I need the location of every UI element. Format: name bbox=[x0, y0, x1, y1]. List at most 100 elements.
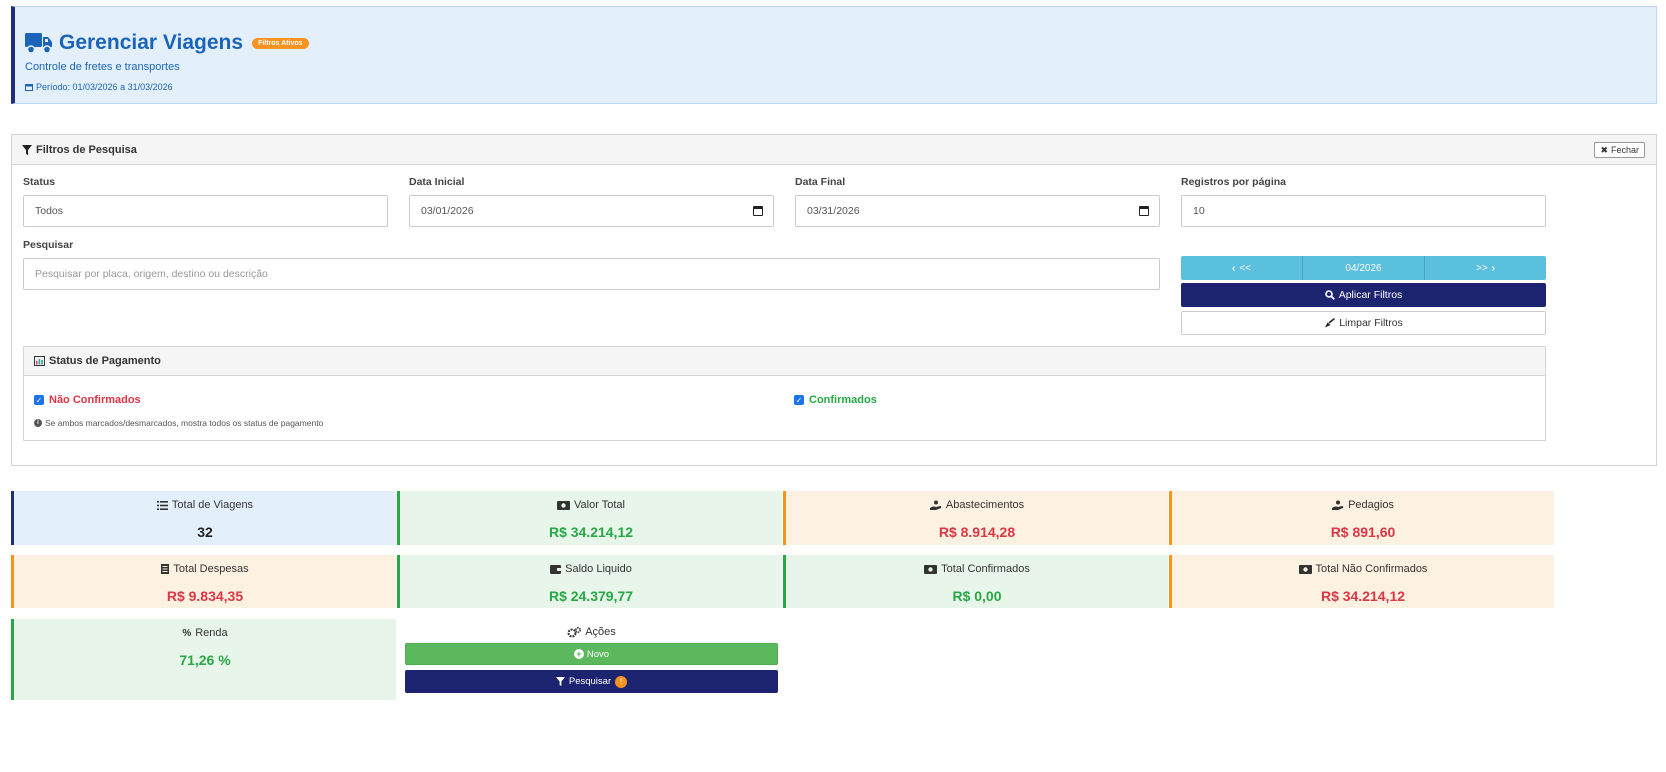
new-trip-label: Novo bbox=[586, 648, 610, 660]
plus-circle-icon: + bbox=[573, 649, 584, 659]
close-icon: ✖ bbox=[1600, 144, 1608, 155]
stat-label-row: % Renda bbox=[14, 627, 396, 639]
filters-panel: Filtros de Pesquisa ✖ Fechar Status Todo… bbox=[11, 134, 1657, 466]
stat-card-confirmed: Total Confirmados R$ 0,00 bbox=[783, 555, 1168, 608]
calendar-picker-icon[interactable] bbox=[1139, 206, 1149, 216]
per-page-value: 10 bbox=[1193, 205, 1205, 217]
not-confirmed-checkbox[interactable]: ✓ Não Confirmados bbox=[34, 394, 141, 406]
active-filters-badge: Filtros Ativos bbox=[252, 37, 309, 49]
actions-label: Ações bbox=[585, 626, 616, 638]
filters-panel-title: Filtros de Pesquisa bbox=[36, 143, 137, 156]
money-icon bbox=[924, 564, 938, 574]
chevron-right-icon: › bbox=[1491, 262, 1496, 274]
status-value: Todos bbox=[35, 205, 64, 217]
confirmed-checkbox[interactable]: ✓ Confirmados bbox=[794, 394, 877, 406]
filter-icon bbox=[22, 144, 32, 155]
total-trips-label: Total de Viagens bbox=[171, 499, 254, 511]
page-header: Gerenciar Viagens Filtros Ativos Control… bbox=[11, 6, 1657, 104]
stat-card-expenses: Total Despesas R$ 9.834,35 bbox=[11, 555, 396, 608]
not-confirmed-label: Não Confirmados bbox=[49, 394, 141, 406]
confirmed-total-value: R$ 0,00 bbox=[952, 588, 1002, 604]
current-month-button[interactable]: 04/2026 bbox=[1303, 256, 1425, 280]
stat-label-row: Abastecimentos bbox=[786, 499, 1168, 511]
stat-label-row: Pedagios bbox=[1172, 499, 1554, 511]
confirmed-total-label: Total Confirmados bbox=[941, 563, 1030, 575]
title-row: Gerenciar Viagens Filtros Ativos bbox=[25, 31, 309, 55]
date-start-value: 03/01/2026 bbox=[421, 205, 474, 217]
clear-filters-button[interactable]: Limpar Filtros bbox=[1181, 311, 1546, 335]
total-value-label: Valor Total bbox=[574, 499, 625, 511]
total-value-value: R$ 34.214,12 bbox=[548, 524, 634, 540]
stat-label-row: Total Confirmados bbox=[786, 563, 1168, 575]
calendar-picker-icon[interactable] bbox=[753, 206, 763, 216]
date-end-input[interactable]: 03/31/2026 bbox=[795, 195, 1160, 227]
info-icon: i bbox=[34, 419, 42, 427]
month-navigator: ‹ << 04/2026 >> › bbox=[1181, 256, 1546, 280]
prev-month-label: << bbox=[1239, 262, 1252, 274]
stat-card-fuel: Abastecimentos R$ 8.914,28 bbox=[783, 491, 1168, 545]
payment-status-header: Status de Pagamento bbox=[24, 347, 1545, 376]
expenses-value: R$ 9.834,35 bbox=[166, 588, 244, 604]
apply-filters-label: Aplicar Filtros bbox=[1338, 289, 1403, 301]
new-trip-button[interactable]: + Novo bbox=[405, 643, 778, 665]
search-label: Pesquisar bbox=[23, 239, 74, 251]
stat-card-total-value: Valor Total R$ 34.214,12 bbox=[397, 491, 782, 545]
tolls-label: Pedagios bbox=[1348, 499, 1394, 511]
actions-header: Ações bbox=[405, 626, 778, 638]
status-select[interactable]: Todos bbox=[23, 195, 388, 227]
next-month-button[interactable]: >> › bbox=[1425, 256, 1546, 280]
list-icon bbox=[156, 500, 168, 510]
current-month-label: 04/2026 bbox=[1345, 262, 1382, 274]
apply-filters-button[interactable]: Aplicar Filtros bbox=[1181, 283, 1546, 307]
checkmark-icon: ✓ bbox=[794, 395, 804, 405]
date-start-label: Data Inicial bbox=[409, 176, 465, 188]
status-label: Status bbox=[23, 176, 56, 188]
money-icon bbox=[557, 500, 571, 510]
clear-filters-label: Limpar Filtros bbox=[1339, 317, 1403, 329]
period-info: Período: 01/03/2026 a 31/03/2026 bbox=[25, 82, 173, 92]
confirmed-label: Confirmados bbox=[809, 394, 877, 406]
truck-icon bbox=[25, 33, 52, 54]
stat-label-row: Total de Viagens bbox=[14, 499, 396, 511]
stat-card-not-confirmed: Total Não Confirmados R$ 34.214,12 bbox=[1169, 555, 1554, 608]
payment-status-hint: i Se ambos marcados/desmarcados, mostra … bbox=[34, 418, 323, 428]
search-button[interactable]: Pesquisar ! bbox=[405, 670, 778, 693]
stat-label-row: Valor Total bbox=[400, 499, 782, 511]
checkmark-icon: ✓ bbox=[34, 395, 44, 405]
search-badge: ! bbox=[615, 675, 628, 688]
search-placeholder: Pesquisar por placa, origem, destino ou … bbox=[35, 268, 268, 280]
prev-month-button[interactable]: ‹ << bbox=[1181, 256, 1303, 280]
wallet-icon bbox=[550, 564, 562, 574]
calendar-icon bbox=[25, 84, 33, 91]
expenses-label: Total Despesas bbox=[173, 563, 249, 575]
filter-icon bbox=[555, 677, 565, 686]
page-subtitle: Controle de fretes e transportes bbox=[25, 61, 180, 73]
not-confirmed-total-label: Total Não Confirmados bbox=[1315, 563, 1428, 575]
date-end-value: 03/31/2026 bbox=[807, 205, 860, 217]
hand-coin-icon bbox=[929, 500, 942, 510]
per-page-label: Registros por página bbox=[1181, 176, 1287, 188]
stat-card-yield: % Renda 71,26 % bbox=[11, 619, 396, 700]
net-label: Saldo Liquido bbox=[565, 563, 632, 575]
date-end-label: Data Final bbox=[795, 176, 846, 188]
fuel-label: Abastecimentos bbox=[945, 499, 1025, 511]
filters-panel-header: Filtros de Pesquisa bbox=[12, 135, 1656, 165]
period-text: Período: 01/03/2026 a 31/03/2026 bbox=[36, 82, 173, 92]
not-confirmed-total-value: R$ 34.214,12 bbox=[1320, 588, 1406, 604]
total-trips-value: 32 bbox=[197, 524, 213, 540]
date-start-input[interactable]: 03/01/2026 bbox=[409, 195, 774, 227]
search-input[interactable]: Pesquisar por placa, origem, destino ou … bbox=[23, 258, 1160, 290]
search-icon bbox=[1324, 290, 1335, 300]
yield-value: 71,26 % bbox=[179, 652, 231, 668]
per-page-input[interactable]: 10 bbox=[1181, 195, 1546, 227]
close-filters-button[interactable]: ✖ Fechar bbox=[1594, 142, 1645, 158]
hint-text: Se ambos marcados/desmarcados, mostra to… bbox=[45, 418, 324, 428]
stat-card-total-trips: Total de Viagens 32 bbox=[11, 491, 396, 545]
net-value: R$ 24.379,77 bbox=[548, 588, 634, 604]
stat-label-row: Total Não Confirmados bbox=[1172, 563, 1554, 575]
stat-label-row: Total Despesas bbox=[14, 563, 396, 575]
hand-coin-icon bbox=[1332, 500, 1344, 510]
payment-status-panel: Status de Pagamento ✓ Não Confirmados ✓ … bbox=[23, 346, 1546, 441]
chevron-left-icon: ‹ bbox=[1231, 262, 1236, 274]
broom-icon bbox=[1325, 318, 1336, 328]
